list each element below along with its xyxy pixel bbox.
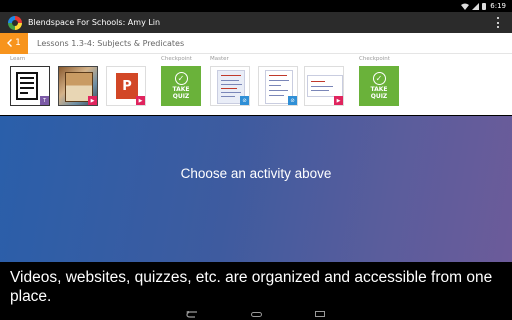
document-icon (16, 72, 38, 100)
activity-tile-worksheet[interactable]: ⊘ (210, 66, 250, 106)
video-badge-icon: ▶ (88, 96, 97, 105)
app-logo-icon (8, 15, 22, 30)
powerpoint-letter: P (122, 78, 132, 94)
take-quiz-tile-2[interactable]: ✓ TAKE QUIZ (359, 66, 399, 106)
checkmark-icon: ✓ (372, 72, 386, 85)
system-nav-bar (0, 308, 512, 320)
checkmark-icon: ✓ (174, 72, 188, 85)
app-title: Blendspace For Schools: Amy Lin (28, 18, 161, 27)
battery-icon (482, 2, 487, 10)
take-quiz-tile[interactable]: ✓ TAKE QUIZ (161, 66, 201, 106)
slide-thumbnail (307, 75, 343, 97)
text-badge-icon: T (40, 96, 49, 105)
signal-icon (472, 2, 480, 10)
chevron-left-icon (7, 39, 13, 47)
wifi-icon (461, 3, 470, 10)
status-time: 6:19 (490, 2, 506, 10)
section-label-learn: Learn (10, 56, 26, 62)
activity-viewer: Choose an activity above (0, 116, 512, 262)
feature-caption: Videos, websites, quizzes, etc. are orga… (0, 262, 512, 308)
quiz-label: QUIZ (172, 92, 190, 100)
section-label-checkpoint-2: Checkpoint (359, 56, 390, 62)
section-label-checkpoint: Checkpoint (161, 56, 192, 62)
quiz-label: QUIZ (370, 92, 388, 100)
take-quiz-label: TAKE QUIZ (370, 86, 388, 100)
lesson-header: 1 Lessons 1.3-4: Subjects & Predicates (0, 32, 512, 54)
activity-tile-slide[interactable]: ▶ (304, 66, 344, 106)
lesson-back-button[interactable]: 1 (0, 32, 28, 54)
status-icons (461, 2, 487, 10)
back-icon[interactable] (186, 310, 198, 318)
activity-tile-presentation[interactable]: P ▶ (106, 66, 146, 106)
lesson-number: 1 (15, 38, 21, 48)
video-badge-icon: ▶ (334, 96, 343, 105)
activity-tile-page[interactable]: ⊘ (258, 66, 298, 106)
link-badge-icon: ⊘ (240, 96, 249, 105)
choose-activity-prompt: Choose an activity above (180, 165, 332, 181)
section-label-master: Master (210, 56, 229, 62)
lesson-title: Lessons 1.3-4: Subjects & Predicates (37, 38, 185, 48)
app-bar: Blendspace For Schools: Amy Lin (0, 12, 512, 33)
recents-icon[interactable] (314, 311, 326, 318)
activity-tile-document[interactable]: T (10, 66, 50, 106)
video-badge-icon: ▶ (136, 96, 145, 105)
home-icon[interactable] (250, 311, 262, 318)
activity-tile-video[interactable]: ▶ (58, 66, 98, 106)
activity-strip: Learn Checkpoint Master Checkpoint T ▶ P… (0, 54, 512, 115)
status-bar: 6:19 (0, 0, 512, 12)
powerpoint-icon: P (116, 73, 138, 99)
take-quiz-label: TAKE QUIZ (172, 86, 190, 100)
link-badge-icon: ⊘ (288, 96, 297, 105)
overflow-menu-icon[interactable] (496, 17, 500, 28)
